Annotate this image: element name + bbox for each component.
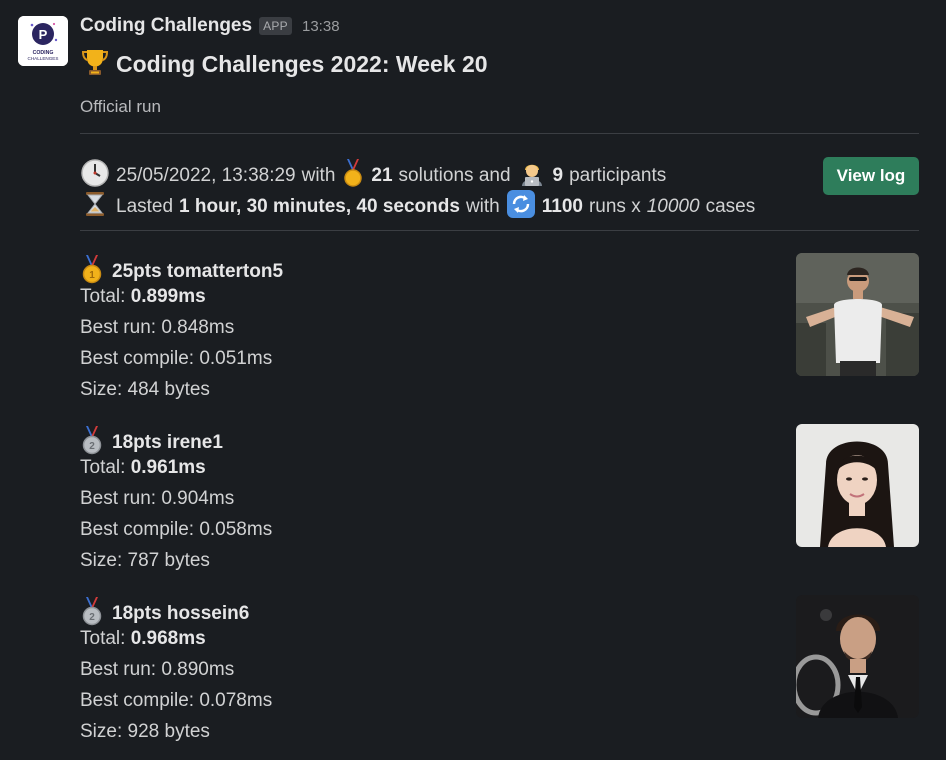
summary-line-duration: Lasted 1 hour, 30 minutes, 40 seconds wi…: [80, 189, 755, 225]
solutions-label: solutions and: [398, 165, 511, 186]
entry-best-compile: Best compile: 0.058ms: [80, 519, 273, 540]
total-label: Total:: [80, 628, 126, 649]
participant-photo[interactable]: [796, 424, 919, 547]
run-duration: 1 hour, 30 minutes, 40 seconds: [179, 196, 460, 217]
total-value: 0.961ms: [130, 457, 206, 478]
hourglass-icon: [80, 189, 110, 225]
entry-total: Total: 0.961ms: [80, 457, 206, 479]
entry-title: 2 18pts hossein6: [80, 596, 249, 632]
entry-title-text: 25pts tomatterton5: [112, 261, 284, 282]
title-text: Coding Challenges 2022: Week 20: [116, 51, 488, 77]
entry-size: Size: 928 bytes: [80, 721, 210, 742]
entry-best-run: Best run: 0.904ms: [80, 488, 235, 509]
entry-title: 2 18pts irene1: [80, 425, 223, 461]
divider: [80, 230, 919, 231]
svg-text:CHALLENGES: CHALLENGES: [28, 56, 59, 61]
with-label: with: [301, 165, 336, 186]
message-title: Coding Challenges 2022: Week 20: [80, 47, 488, 82]
silver-medal-icon: 2: [80, 425, 104, 461]
leaderboard-entry: 2 18pts irene1 Total: 0.961ms Best run: …: [80, 424, 919, 585]
leaderboard-entry: 1 25pts tomatterton5 Total: 0.899ms Best…: [80, 253, 919, 414]
entry-title: 1 25pts tomatterton5: [80, 254, 283, 290]
subtitle: Official run: [80, 97, 161, 116]
svg-text:2: 2: [89, 441, 95, 452]
runs-label: runs x: [588, 196, 641, 217]
app-name[interactable]: Coding Challenges: [80, 15, 252, 37]
trophy-icon: [80, 47, 110, 82]
message-header: Coding Challenges APP 13:38: [80, 13, 340, 39]
app-avatar[interactable]: P CODING CHALLENGES: [18, 16, 68, 66]
cases-count: 10000: [646, 196, 700, 217]
divider: [80, 133, 919, 134]
run-date: 25/05/2022, 13:38:29: [116, 165, 296, 186]
entry-best-compile: Best compile: 0.051ms: [80, 348, 273, 369]
total-value: 0.968ms: [130, 628, 206, 649]
participant-photo[interactable]: [796, 253, 919, 376]
app-badge: APP: [259, 17, 292, 35]
solutions-count: 21: [371, 165, 393, 186]
repeat-icon: [506, 189, 536, 225]
total-label: Total:: [80, 457, 126, 478]
entry-title-text: 18pts irene1: [112, 432, 223, 453]
svg-text:P: P: [39, 27, 48, 42]
silver-medal-icon: 2: [80, 596, 104, 632]
entry-title-text: 18pts hossein6: [112, 603, 250, 624]
runs-count: 1100: [541, 196, 583, 217]
svg-text:2: 2: [89, 612, 95, 623]
gold-medal-icon: 1: [80, 254, 104, 290]
entry-total: Total: 0.899ms: [80, 286, 206, 308]
leaderboard-entry: 2 18pts hossein6 Total: 0.968ms Best run…: [80, 595, 919, 756]
entry-total: Total: 0.968ms: [80, 628, 206, 650]
entry-best-compile: Best compile: 0.078ms: [80, 690, 273, 711]
with-label-2: with: [465, 196, 500, 217]
entry-size: Size: 787 bytes: [80, 550, 210, 571]
cases-label: cases: [705, 196, 756, 217]
total-label: Total:: [80, 286, 126, 307]
total-value: 0.899ms: [130, 286, 206, 307]
message-timestamp[interactable]: 13:38: [302, 18, 340, 35]
svg-text:1: 1: [89, 270, 95, 281]
entry-size: Size: 484 bytes: [80, 379, 210, 400]
view-log-button[interactable]: View log: [823, 157, 919, 195]
lasted-label: Lasted: [116, 196, 174, 217]
entry-best-run: Best run: 0.890ms: [80, 659, 235, 680]
participants-label: participants: [569, 165, 667, 186]
participants-count: 9: [552, 165, 564, 186]
app-logo-icon: P CODING CHALLENGES: [18, 16, 68, 66]
entry-best-run: Best run: 0.848ms: [80, 317, 235, 338]
participant-photo[interactable]: [796, 595, 919, 718]
